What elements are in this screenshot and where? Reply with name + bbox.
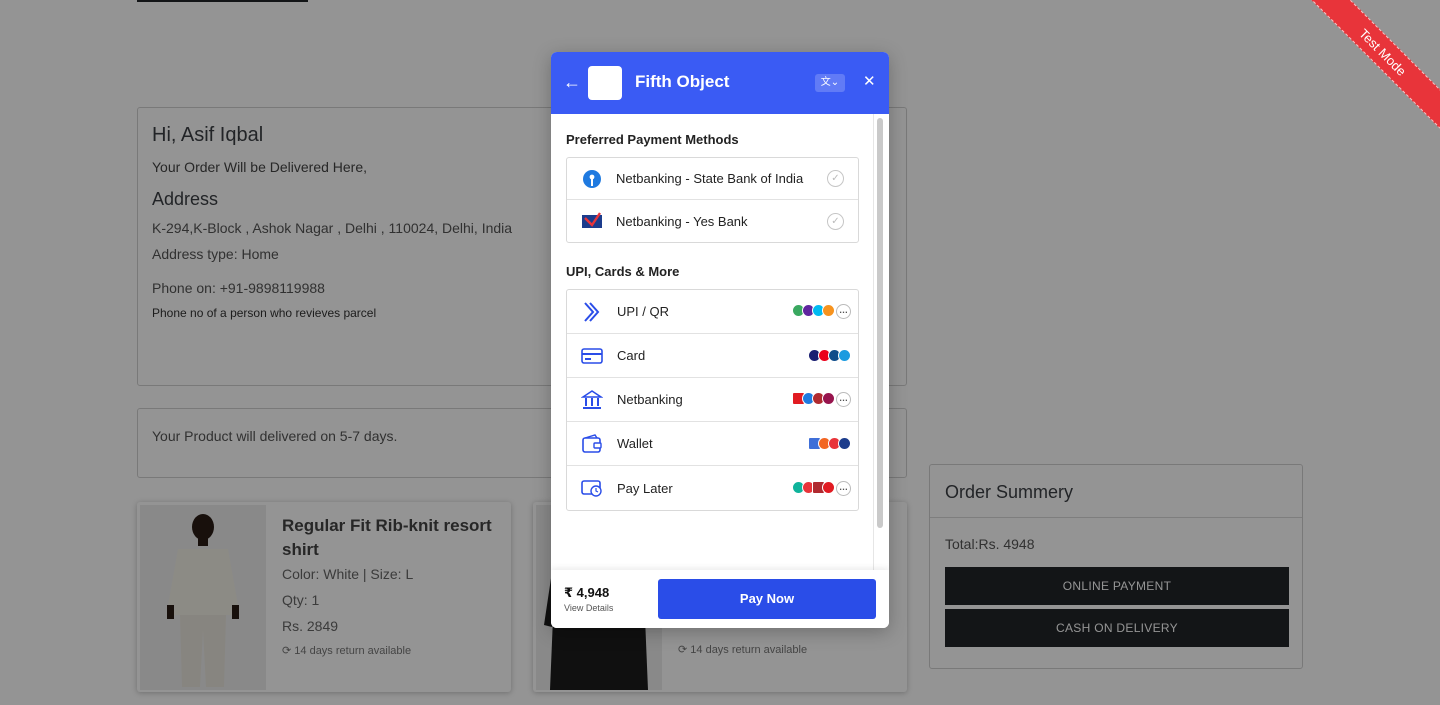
test-mode-ribbon: Test Mode xyxy=(1310,0,1440,130)
merchant-name: Fifth Object xyxy=(635,72,730,91)
wallet-icon xyxy=(581,433,603,455)
yes-bank-icon xyxy=(581,210,603,232)
method-wallet[interactable]: Wallet xyxy=(567,422,858,466)
preferred-method-sbi[interactable]: Netbanking - State Bank of India ✓ xyxy=(567,158,858,200)
sbi-icon xyxy=(581,168,603,190)
view-details-link[interactable]: View Details xyxy=(564,603,613,613)
close-icon[interactable]: ✕ xyxy=(863,72,876,92)
payment-methods-list: UPI / QR … Card Netbanking … Wallet Pay … xyxy=(566,289,859,511)
arrow-left-icon[interactable]: ← xyxy=(563,72,581,92)
axis-badge xyxy=(822,392,835,405)
translate-icon[interactable]: 文⌄ xyxy=(815,74,845,92)
method-label: Netbanking - Yes Bank xyxy=(616,213,748,229)
more-icon: … xyxy=(836,392,851,407)
merchant-logo xyxy=(588,66,622,100)
method-label: Pay Later xyxy=(617,480,673,496)
maestro-badge xyxy=(838,349,851,362)
method-label: UPI / QR xyxy=(617,304,670,319)
method-label: Netbanking - State Bank of India xyxy=(616,171,804,186)
preferred-methods-list: Netbanking - State Bank of India ✓ Netba… xyxy=(566,157,859,243)
method-label: Card xyxy=(617,348,646,363)
modal-header: ← Fifth Object 文⌄ ✕ xyxy=(551,52,889,114)
upi-app-badges: … xyxy=(792,304,851,319)
scroll-track xyxy=(873,114,874,570)
modal-footer: ₹ 4,948 View Details Pay Now xyxy=(551,570,889,628)
check-circle-icon: ✓ xyxy=(827,212,844,230)
more-icon: … xyxy=(836,304,851,319)
hdfc-paylater-badge xyxy=(822,480,835,494)
method-label: Netbanking xyxy=(617,392,683,407)
modal-body: Preferred Payment Methods Netbanking - S… xyxy=(551,114,889,570)
more-methods-title: UPI, Cards & More xyxy=(566,264,680,279)
scrollbar[interactable] xyxy=(877,118,883,528)
test-mode-label: Test Mode xyxy=(1310,0,1440,130)
pay-now-button[interactable]: Pay Now xyxy=(658,579,876,619)
method-pay-later[interactable]: Pay Later … xyxy=(567,466,858,510)
method-card[interactable]: Card xyxy=(567,334,858,378)
pay-later-icon xyxy=(581,477,603,499)
jio-badge xyxy=(838,437,851,450)
bhim-badge xyxy=(822,304,835,317)
method-label: Wallet xyxy=(617,436,653,451)
bank-icon xyxy=(581,389,603,411)
check-circle-icon: ✓ xyxy=(827,170,844,187)
preferred-methods-title: Preferred Payment Methods xyxy=(566,132,739,147)
wallet-badges xyxy=(808,437,851,450)
method-upi[interactable]: UPI / QR … xyxy=(567,290,858,334)
more-icon: … xyxy=(836,480,851,496)
card-icon xyxy=(581,345,603,367)
bank-badges: … xyxy=(792,392,851,407)
preferred-method-yes-bank[interactable]: Netbanking - Yes Bank ✓ xyxy=(567,200,858,242)
pay-later-badges: … xyxy=(792,480,851,496)
method-netbanking[interactable]: Netbanking … xyxy=(567,378,858,422)
upi-icon xyxy=(581,301,603,323)
card-network-badges xyxy=(808,349,851,362)
amount: ₹ 4,948 xyxy=(564,585,610,600)
payment-modal: ← Fifth Object 文⌄ ✕ Preferred Payment Me… xyxy=(551,52,889,628)
